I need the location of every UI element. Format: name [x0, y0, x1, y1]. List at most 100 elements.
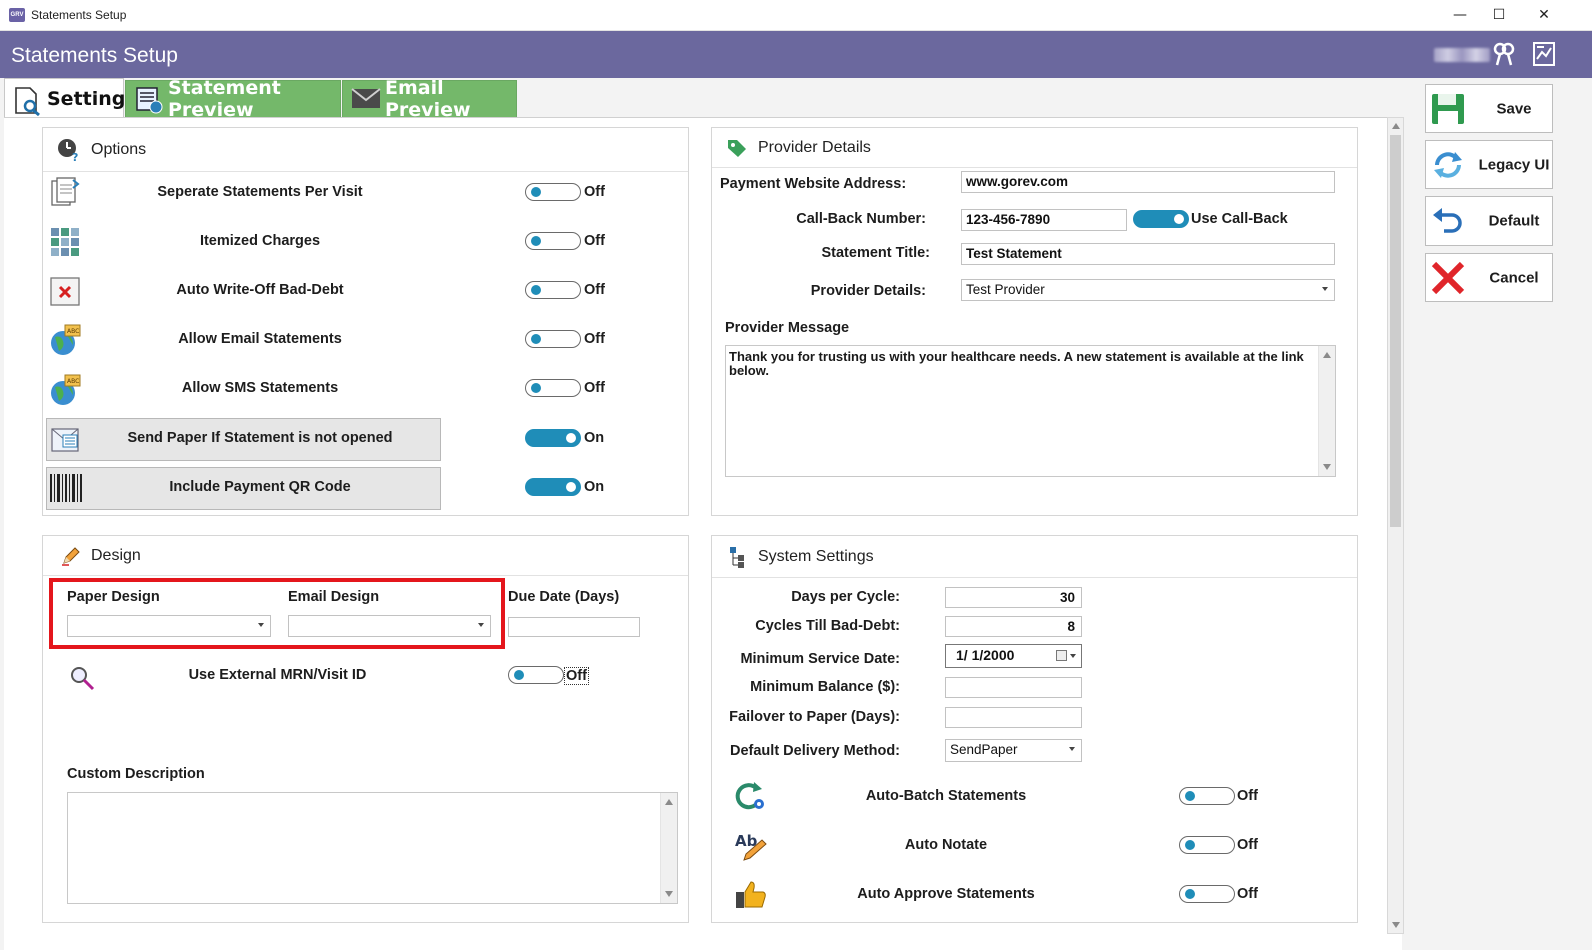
option-label: Itemized Charges — [199, 233, 321, 249]
external-mrn-label: Use External MRN/Visit ID — [188, 667, 367, 683]
toggle-state: Off — [584, 282, 605, 298]
external-mrn-toggle[interactable] — [508, 666, 564, 684]
option-label: Allow SMS Statements — [181, 380, 339, 396]
auto-notate-toggle[interactable] — [1179, 836, 1235, 854]
option-label: Send Paper If Statement is not opened — [127, 430, 393, 446]
tab-email-preview-label: Email Preview — [385, 77, 471, 121]
maximize-button[interactable]: ☐ — [1476, 0, 1522, 31]
cancel-button[interactable]: Cancel — [1425, 253, 1553, 302]
provider-title: Provider Details — [758, 138, 871, 156]
legacy-ui-label: Legacy UI — [1478, 156, 1550, 173]
payment-website-label: Payment Website Address: — [720, 176, 907, 192]
provider-details-select[interactable]: Test Provider — [961, 279, 1335, 301]
keys-icon[interactable] — [1491, 41, 1517, 67]
user-name-blurred — [1434, 48, 1490, 62]
design-header: Design — [43, 536, 688, 576]
paper-mail-icon — [49, 423, 81, 455]
statement-title-input[interactable]: Test Statement — [961, 243, 1335, 265]
min-service-date-value: 1/ 1/2000 — [956, 647, 1015, 663]
system-settings-header: System Settings — [712, 536, 1357, 578]
custom-description-textarea[interactable] — [67, 792, 678, 904]
toggle-state: Off — [1237, 788, 1258, 804]
delivery-method-label: Default Delivery Method: — [730, 743, 900, 759]
use-callback-label: Use Call-Back — [1191, 211, 1288, 227]
tab-email-preview[interactable]: Email Preview — [342, 77, 517, 121]
min-service-date-picker[interactable]: 1/ 1/2000 — [945, 644, 1082, 668]
design-title: Design — [91, 546, 141, 564]
min-balance-label: Minimum Balance ($): — [750, 679, 900, 695]
allow-email-toggle[interactable] — [525, 330, 581, 348]
itemized-charges-toggle[interactable] — [525, 232, 581, 250]
provider-message-textarea[interactable]: Thank you for trusting us with your heal… — [725, 345, 1336, 477]
tab-settings[interactable]: Settings — [4, 78, 137, 118]
delivery-method-select[interactable]: SendPaper — [945, 739, 1082, 762]
chevron-down-icon — [1070, 654, 1076, 658]
close-window-button[interactable]: ✕ — [1521, 0, 1567, 31]
due-date-label: Due Date (Days) — [508, 589, 620, 605]
due-date-input[interactable] — [508, 617, 640, 637]
system-settings-title: System Settings — [758, 547, 874, 565]
tab-statement-preview[interactable]: Statement Preview — [125, 77, 341, 121]
toggle-state: Off — [1237, 837, 1258, 853]
failover-label: Failover to Paper (Days): — [729, 709, 900, 725]
report-icon[interactable] — [1531, 41, 1557, 67]
provider-message-label: Provider Message — [725, 320, 850, 336]
toggle-state: Off — [584, 184, 605, 200]
min-balance-input[interactable] — [945, 677, 1082, 698]
hierarchy-icon — [730, 546, 744, 568]
auto-batch-icon — [734, 780, 768, 812]
auto-approve-label: Auto Approve Statements — [857, 886, 1035, 902]
write-off-icon — [49, 275, 81, 307]
toggle-state: Off — [564, 667, 589, 685]
separate-statements-icon — [49, 176, 81, 208]
header-bar: Statements Setup — [0, 31, 1592, 78]
undo-arrow-icon — [1430, 203, 1466, 239]
window-title: Statements Setup — [31, 8, 127, 22]
save-button[interactable]: Save — [1425, 84, 1553, 133]
days-per-cycle-input[interactable]: 30 — [945, 587, 1082, 608]
default-button[interactable]: Default — [1425, 196, 1553, 246]
provider-header: Provider Details — [712, 128, 1357, 168]
provider-message-text: Thank you for trusting us with your heal… — [729, 349, 1304, 378]
send-paper-toggle[interactable] — [525, 429, 581, 447]
calendar-icon — [1056, 650, 1067, 661]
callback-number-input[interactable]: 123-456-7890 — [961, 209, 1127, 231]
toggle-state: On — [584, 479, 605, 495]
failover-input[interactable] — [945, 707, 1082, 728]
toggle-state: Off — [584, 233, 605, 249]
auto-batch-toggle[interactable] — [1179, 787, 1235, 805]
svg-text:ABC: ABC — [67, 328, 79, 335]
description-scrollbar[interactable] — [660, 793, 677, 903]
thumbs-up-icon — [734, 880, 768, 910]
save-disk-icon — [1430, 91, 1466, 127]
save-label: Save — [1496, 100, 1532, 117]
clock-help-icon: ? — [58, 138, 78, 162]
allow-sms-toggle[interactable] — [525, 379, 581, 397]
auto-approve-toggle[interactable] — [1179, 885, 1235, 903]
payment-website-input[interactable]: www.gorev.com — [961, 171, 1335, 193]
default-label: Default — [1488, 212, 1540, 230]
legacy-ui-button[interactable]: Legacy UI — [1425, 140, 1553, 189]
barcode-icon — [49, 472, 82, 504]
svg-text:ABC: ABC — [67, 378, 79, 385]
options-title: Options — [91, 140, 147, 158]
chevron-down-icon — [1322, 287, 1328, 291]
red-x-icon — [1430, 260, 1466, 296]
statement-title-label: Statement Title: — [821, 245, 930, 261]
provider-details-value: Test Provider — [966, 282, 1045, 297]
provider-details-label: Provider Details: — [810, 283, 926, 299]
separate-statements-toggle[interactable] — [525, 183, 581, 201]
auto-batch-label: Auto-Batch Statements — [865, 788, 1027, 804]
auto-write-off-toggle[interactable] — [525, 281, 581, 299]
scrollbar-thumb[interactable] — [1390, 135, 1401, 527]
highlight-box — [49, 578, 505, 649]
cycles-bad-debt-input[interactable]: 8 — [945, 616, 1082, 637]
callback-number-label: Call-Back Number: — [796, 211, 926, 227]
use-callback-toggle[interactable] — [1133, 210, 1189, 228]
qr-code-toggle[interactable] — [525, 478, 581, 496]
option-label: Seperate Statements Per Visit — [157, 184, 363, 200]
spell-check-icon: Ab — [734, 830, 768, 862]
settings-search-icon — [13, 86, 41, 116]
message-scrollbar[interactable] — [1318, 346, 1335, 476]
main-scrollbar[interactable] — [1387, 117, 1404, 934]
